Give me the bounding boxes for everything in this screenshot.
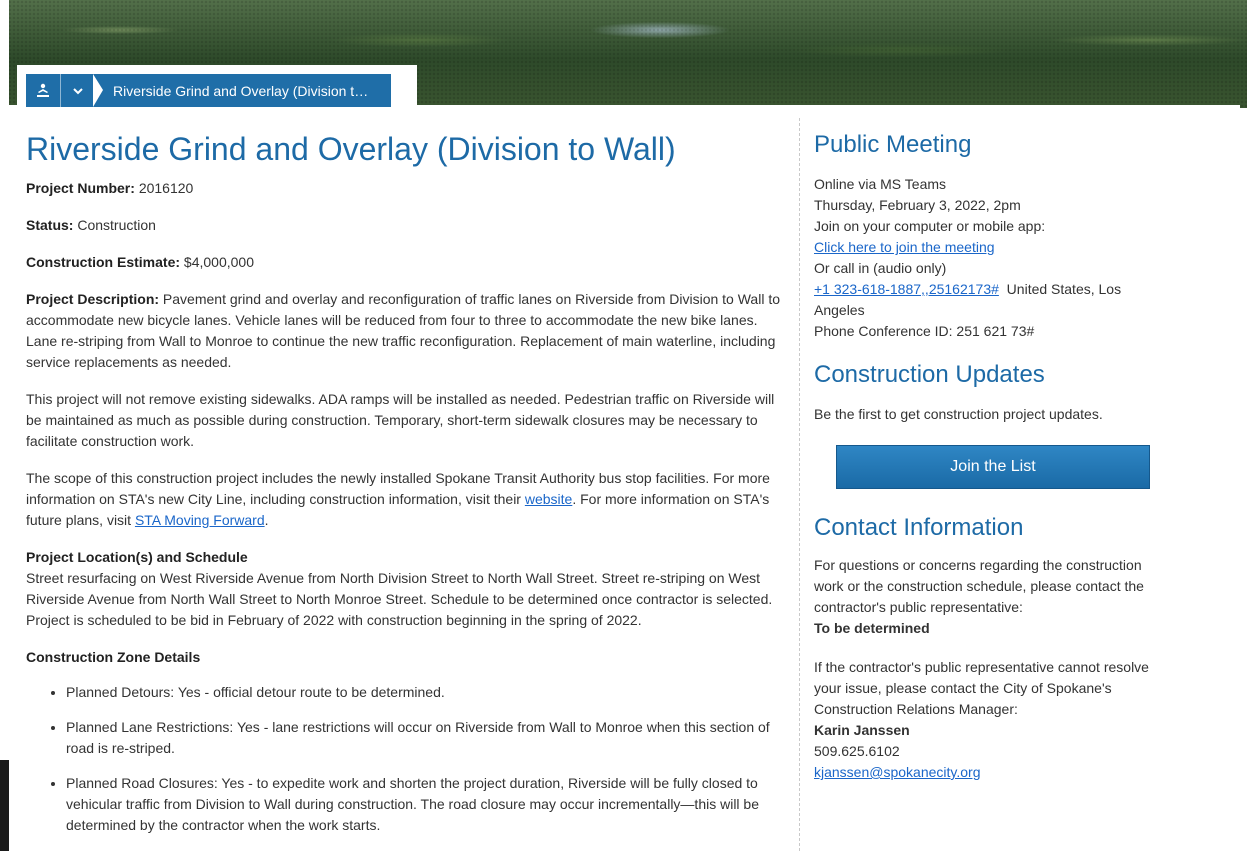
list-item: Planned Road Closures: Yes - to expedite… (66, 773, 786, 836)
person-icon[interactable] (26, 74, 61, 107)
meeting-line-2: Thursday, February 3, 2022, 2pm (814, 197, 1021, 213)
project-number-label: Project Number: (26, 180, 135, 196)
list-item: Planned Lane Restrictions: Yes - lane re… (66, 717, 786, 759)
meeting-phone: +1 323-618-1887,,25162173# United States… (814, 279, 1174, 321)
sta-moving-forward-link[interactable]: STA Moving Forward (135, 512, 265, 528)
public-meeting-heading: Public Meeting (814, 131, 972, 158)
status-value: Construction (77, 217, 156, 233)
status-label: Status: (26, 217, 74, 233)
estimate-value: $4,000,000 (183, 254, 254, 270)
updates-text: Be the first to get construction project… (814, 406, 1103, 422)
sta-website-link[interactable]: website (525, 491, 572, 507)
main-content: Riverside Grind and Overlay (Division to… (26, 130, 786, 850)
meeting-phone-link[interactable]: +1 323-618-1887,,25162173# (814, 281, 999, 297)
meeting-line-1: Online via MS Teams (814, 176, 947, 192)
page-left-edge (0, 0, 9, 851)
manager-phone: 509.625.6102 (814, 743, 900, 759)
page-title: Riverside Grind and Overlay (Division to… (26, 131, 676, 167)
zone-heading: Construction Zone Details (26, 649, 201, 665)
contact-rep-value: To be determined (814, 620, 930, 636)
join-meeting-link[interactable]: Click here to join the meeting (814, 239, 995, 255)
manager-email-link[interactable]: kjanssen@spokanecity.org (814, 764, 980, 780)
estimate-label: Construction Estimate: (26, 254, 181, 270)
contact-information-heading: Contact Information (814, 514, 1024, 541)
breadcrumb-bar: Riverside Grind and Overlay (Division t… (26, 74, 391, 107)
sidewalk-paragraph: This project will not remove existing si… (26, 391, 775, 449)
sta-text-3: . (264, 512, 269, 528)
project-number: Project Number: 2016120 (26, 178, 786, 199)
join-list-button[interactable]: Join the List (836, 445, 1150, 489)
breadcrumb: Riverside Grind and Overlay (Division t… (17, 65, 417, 109)
construction-estimate: Construction Estimate: $4,000,000 (26, 252, 786, 273)
zone-details-list: Planned Detours: Yes - official detour r… (26, 682, 786, 836)
location-text: Street resurfacing on West Riverside Ave… (26, 570, 773, 628)
chevron-down-icon[interactable] (61, 74, 95, 107)
contact-rep: To be determined (814, 618, 1174, 639)
sta-paragraph: The scope of this construction project i… (26, 468, 786, 531)
project-status: Status: Construction (26, 215, 786, 236)
breadcrumb-current-page[interactable]: Riverside Grind and Overlay (Division t… (103, 83, 391, 99)
column-divider (799, 118, 800, 851)
meeting-line-4: Or call in (audio only) (814, 260, 947, 276)
project-number-value: 2016120 (138, 180, 194, 196)
list-item: Planned Detours: Yes - official detour r… (66, 682, 786, 703)
meeting-line-3: Join on your computer or mobile app: (814, 218, 1046, 234)
contact-text-2: If the contractor's public representativ… (814, 659, 1149, 717)
description-label: Project Description: (26, 291, 160, 307)
breadcrumb-separator (93, 74, 103, 107)
sidebar: Public Meeting Online via MS Teams Thurs… (814, 130, 1174, 783)
project-description: Project Description: Pavement grind and … (26, 289, 786, 373)
contact-text-1: For questions or concerns regarding the … (814, 557, 1144, 615)
construction-updates-heading: Construction Updates (814, 361, 1045, 388)
manager-name: Karin Janssen (814, 722, 910, 738)
meeting-conference-id: Phone Conference ID: 251 621 73# (814, 323, 1035, 339)
location-heading: Project Location(s) and Schedule (26, 549, 248, 565)
